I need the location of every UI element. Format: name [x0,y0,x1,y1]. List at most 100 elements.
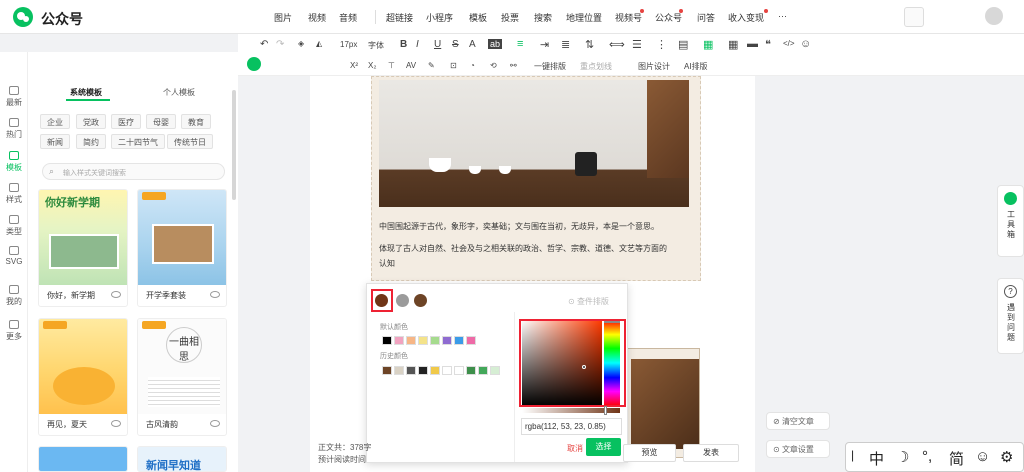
menu-qa[interactable]: 问答 [697,11,715,24]
chip-enterprise[interactable]: 企业 [40,114,70,129]
history-swatch[interactable] [454,366,464,375]
rail-latest[interactable]: 最新 [0,86,28,108]
chip-news[interactable]: 新闻 [40,134,70,149]
rail-mine[interactable]: 我的 [0,285,28,307]
ime-simplified-mode[interactable]: 简 [949,448,964,469]
chip-solar-terms[interactable]: 二十四节气 [111,134,165,149]
emoji-icon[interactable]: ☺ [800,38,811,50]
one-click-layout[interactable]: 一键排版 [534,61,566,72]
background-color-icon[interactable]: ab [488,39,503,49]
template-card[interactable]: 你好新学期 你好，新学期 [38,189,128,307]
image-icon[interactable]: ⊡ [450,61,457,70]
chip-education[interactable]: 教育 [181,114,211,129]
confirm-button[interactable]: 选择 [586,438,621,456]
menu-more[interactable]: ··· [778,11,787,21]
history-swatch[interactable] [430,366,440,375]
clear-article-button[interactable]: ⊘ 清空文章 [766,412,830,430]
letter-spacing-icon[interactable]: ⟺ [609,38,625,51]
panel-scrollbar[interactable] [232,90,236,200]
history-swatch[interactable] [394,366,404,375]
color-swatch[interactable] [394,336,404,345]
chip-maternity[interactable]: 母婴 [146,114,176,129]
cancel-button[interactable]: 取消 [567,443,583,454]
underline-icon[interactable]: U [434,39,441,50]
article-settings-button[interactable]: ⊙ 文章设置 [766,440,830,458]
hr-icon[interactable]: ▬ [747,38,758,50]
paragraph-spacing-icon[interactable]: ⇅ [585,38,594,51]
highlight-select[interactable]: 重点划线 [580,61,612,72]
preview-button[interactable]: 预览 [623,444,676,462]
color-swatch[interactable] [382,336,392,345]
rail-template[interactable]: 模板 [0,151,28,173]
ime-handle[interactable]: | [851,448,854,462]
article-paragraph[interactable]: 中国围起源于古代，象形字，奕基础；文与围在当初，无歧异，本是一个意思。 [379,221,659,232]
settings-gear-icon[interactable]: ⚙ [1000,448,1013,466]
preview-eye-icon[interactable] [210,420,220,427]
chip-simple[interactable]: 简约 [76,134,106,149]
preview-eye-icon[interactable] [210,291,220,298]
article-block-2[interactable] [620,348,700,458]
menu-image[interactable]: 图片 [274,11,292,24]
history-swatch[interactable] [442,366,452,375]
font-color-icon[interactable]: A [469,39,476,50]
menu-hyperlink[interactable]: 超链接 [386,11,413,24]
alpha-handle[interactable] [604,406,607,415]
undo-icon[interactable]: ↶ [260,39,268,50]
history-swatch[interactable] [490,366,500,375]
color-value-input[interactable]: rgba(112, 53, 23, 0.85) [521,418,622,435]
chip-medical[interactable]: 医疗 [111,114,141,129]
ordered-list-icon[interactable]: ⋮ [656,38,667,51]
template-card[interactable]: 再见，夏天 [38,318,128,436]
tab-system-templates[interactable]: 系统模板 [70,87,102,98]
preview-eye-icon[interactable] [111,291,121,298]
indent-icon[interactable]: ⇥ [540,38,549,51]
tab-personal-templates[interactable]: 个人模板 [163,87,195,98]
mobile-preview-icon[interactable] [904,7,924,27]
template-search-input[interactable]: ⌕ 输入样式关键词搜索 [42,163,225,180]
help-button[interactable]: ? 遇到问题 [997,278,1024,354]
menu-miniprogram[interactable]: 小程序 [426,11,453,24]
ime-chinese-mode[interactable]: 中 [869,448,884,469]
line-height-icon[interactable]: ≣ [561,38,570,51]
chip-party[interactable]: 党政 [76,114,106,129]
recent-color-swatch[interactable] [396,294,409,307]
history-swatch[interactable] [418,366,428,375]
strikethrough-icon[interactable]: S [452,39,459,50]
transform-icon[interactable]: ⟲ [490,61,497,70]
table-icon[interactable]: ▦ [728,38,738,51]
border-icon[interactable]: ▦ [703,38,713,51]
rail-style[interactable]: 样式 [0,183,28,205]
article-paragraph[interactable]: 体现了古人对自然、社会及与之相关联的政治、哲学、宗教、道德、文艺等方面的 [379,243,667,254]
toolbox-button[interactable]: 工具箱 [997,185,1024,257]
font-size-select[interactable]: 17px [340,40,357,49]
menu-video[interactable]: 视频 [308,11,326,24]
color-swatch[interactable] [454,336,464,345]
italic-icon[interactable]: I [416,39,419,50]
divider-icon[interactable]: ▤ [678,38,688,51]
text-shadow-icon[interactable]: ⊤ [388,61,395,70]
font-family-select[interactable]: 字体 [368,40,384,51]
article-paragraph[interactable]: 认知 [379,258,395,269]
publish-button[interactable]: 发表 [683,444,739,462]
image-design-button[interactable]: 图片设计 [638,61,670,72]
template-card[interactable]: 开学季套装 [137,189,227,307]
menu-channels[interactable]: 视频号 [615,11,642,24]
menu-monetize[interactable]: 收入变现 [728,11,764,24]
shape-icon[interactable]: ◔ [470,61,475,70]
punctuation-icon[interactable]: °, [922,448,932,465]
history-swatch[interactable] [478,366,488,375]
menu-audio[interactable]: 音频 [339,11,357,24]
preview-eye-icon[interactable] [111,420,121,427]
rail-hot[interactable]: 热门 [0,118,28,140]
template-card[interactable] [38,446,128,472]
rail-more[interactable]: 更多 [0,320,28,342]
clear-format-icon[interactable]: ◭ [316,39,322,48]
code-icon[interactable]: </> [783,39,795,48]
template-card[interactable]: 一曲相思 古风清韵 [137,318,227,436]
superscript-icon[interactable]: X² [350,61,358,70]
redo-icon[interactable]: ↷ [276,39,284,50]
color-swatch[interactable] [406,336,416,345]
color-swatch[interactable] [442,336,452,345]
rail-type[interactable]: 类型 [0,215,28,237]
color-swatch[interactable] [418,336,428,345]
